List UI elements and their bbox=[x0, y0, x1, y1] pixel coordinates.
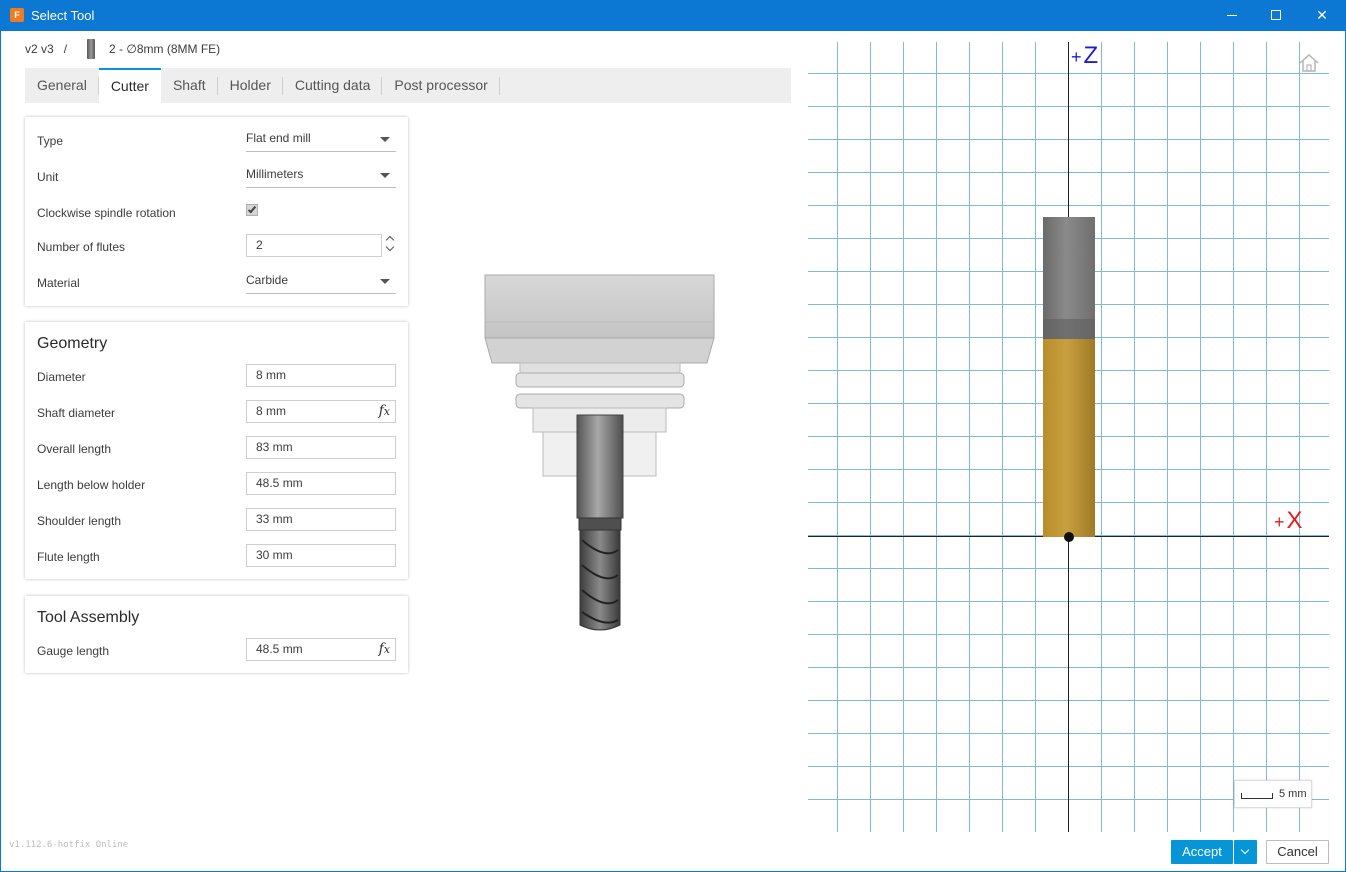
length-below-holder-label: Length below holder bbox=[37, 478, 146, 492]
tool-assembly-card: Tool Assembly Gauge length 48.5 mm fx bbox=[25, 596, 408, 673]
chevron-down-icon bbox=[380, 173, 390, 178]
tab-bar: General Cutter Shaft Holder Cutting data… bbox=[25, 68, 791, 103]
accept-button[interactable]: Accept bbox=[1171, 840, 1233, 864]
flute-length-input[interactable]: 30 mm bbox=[246, 544, 396, 567]
chevron-down-icon[interactable] bbox=[385, 242, 395, 252]
home-icon[interactable] bbox=[1298, 54, 1320, 72]
tab-post-processor[interactable]: Post processor bbox=[382, 68, 501, 103]
unit-label: Unit bbox=[37, 170, 59, 184]
type-label: Type bbox=[37, 134, 64, 148]
maximize-icon bbox=[1271, 10, 1281, 20]
type-dropdown[interactable]: Flat end mill bbox=[246, 128, 396, 152]
flutes-label: Number of flutes bbox=[37, 240, 126, 254]
breadcrumb-tool-name: 2 - ∅8mm (8MM FE) bbox=[109, 42, 221, 56]
close-button[interactable]: ✕ bbox=[1299, 0, 1345, 31]
shoulder-length-label: Shoulder length bbox=[37, 514, 122, 528]
app-icon: F bbox=[10, 8, 24, 22]
breadcrumb: v2 v3 / 2 - ∅8mm (8MM FE) bbox=[25, 39, 221, 59]
formula-icon[interactable]: fx bbox=[379, 639, 390, 660]
window-title: Select Tool bbox=[31, 8, 95, 23]
gauge-length-value: 48.5 mm bbox=[256, 642, 303, 656]
z-axis-plus: + bbox=[1071, 47, 1082, 67]
tool-assembly-heading: Tool Assembly bbox=[37, 609, 140, 626]
cancel-button[interactable]: Cancel bbox=[1266, 840, 1329, 864]
flutes-stepper[interactable] bbox=[385, 234, 395, 254]
holder-taper bbox=[484, 337, 715, 364]
holder-flange-bottom bbox=[515, 393, 685, 409]
minimize-icon bbox=[1227, 15, 1237, 16]
gauge-length-label: Gauge length bbox=[37, 644, 110, 658]
formula-icon[interactable]: fx bbox=[379, 401, 390, 422]
window-border-left bbox=[0, 31, 1, 872]
scale-label: 5 mm bbox=[1279, 788, 1307, 800]
tool-shank bbox=[576, 414, 624, 519]
check-icon bbox=[247, 204, 257, 214]
holder-neck bbox=[519, 362, 681, 374]
tool-thumbnail-icon bbox=[87, 39, 96, 59]
tab-shaft[interactable]: Shaft bbox=[161, 68, 218, 103]
breadcrumb-root[interactable]: v2 v3 bbox=[25, 42, 54, 56]
scale-ruler-icon bbox=[1241, 793, 1273, 799]
x-axis-plus: + bbox=[1274, 512, 1285, 532]
tool-3d-preview[interactable] bbox=[470, 260, 730, 640]
title-bar: F Select Tool ✕ bbox=[0, 0, 1346, 31]
version-text: v1.112.6-hotfix Online bbox=[9, 840, 129, 850]
tab-general[interactable]: General bbox=[25, 68, 99, 103]
flute-length-label: Flute length bbox=[37, 550, 100, 564]
geometry-heading: Geometry bbox=[37, 335, 108, 352]
tab-cutter[interactable]: Cutter bbox=[98, 68, 161, 103]
origin-point bbox=[1064, 532, 1074, 542]
holder-flange-top bbox=[515, 372, 685, 388]
material-label: Material bbox=[37, 276, 80, 290]
chevron-down-icon bbox=[1240, 845, 1250, 855]
formula-x: x bbox=[383, 405, 390, 418]
unit-dropdown[interactable]: Millimeters bbox=[246, 164, 396, 188]
minimize-button[interactable] bbox=[1209, 0, 1255, 31]
tool-neck bbox=[578, 517, 622, 531]
breadcrumb-separator: / bbox=[63, 42, 68, 56]
x-axis-letter: X bbox=[1286, 507, 1303, 534]
diameter-input[interactable]: 8 mm bbox=[246, 364, 396, 387]
formula-x: x bbox=[383, 643, 390, 656]
cutter-basic-card: Type Flat end mill Unit Millimeters Cloc… bbox=[25, 117, 408, 306]
scale-indicator: 5 mm bbox=[1234, 780, 1312, 808]
shaft-diameter-input[interactable]: 8 mm fx bbox=[246, 400, 396, 423]
shaft-diameter-label: Shaft diameter bbox=[37, 406, 116, 420]
z-axis-label: +Z bbox=[1071, 42, 1098, 70]
shoulder-length-input[interactable]: 33 mm bbox=[246, 508, 396, 531]
maximize-button[interactable] bbox=[1253, 0, 1299, 31]
type-value: Flat end mill bbox=[246, 131, 311, 145]
length-below-holder-input[interactable]: 48.5 mm bbox=[246, 472, 396, 495]
x-axis-label: +X bbox=[1274, 507, 1303, 535]
material-dropdown[interactable]: Carbide bbox=[246, 270, 396, 294]
tab-holder[interactable]: Holder bbox=[218, 68, 284, 103]
gauge-length-input[interactable]: 48.5 mm fx bbox=[246, 638, 396, 661]
shaft-diameter-value: 8 mm bbox=[256, 404, 286, 418]
tab-cutting-data[interactable]: Cutting data bbox=[283, 68, 383, 103]
overall-length-input[interactable]: 83 mm bbox=[246, 436, 396, 459]
tool-profile-viewport[interactable]: +Z +X 5 mm bbox=[808, 42, 1329, 832]
flutes-input[interactable]: 2 bbox=[246, 234, 382, 257]
diameter-label: Diameter bbox=[37, 370, 86, 384]
shaft-transition-profile bbox=[1043, 319, 1095, 339]
z-axis-letter: Z bbox=[1083, 42, 1099, 69]
geometry-card: Geometry Diameter 8 mm Shaft diameter 8 … bbox=[25, 322, 408, 579]
holder-body bbox=[484, 274, 715, 339]
chevron-down-icon bbox=[380, 137, 390, 142]
clockwise-checkbox[interactable] bbox=[246, 204, 258, 216]
overall-length-label: Overall length bbox=[37, 442, 112, 456]
accept-options-button[interactable] bbox=[1234, 840, 1257, 864]
chevron-down-icon bbox=[380, 279, 390, 284]
clockwise-label: Clockwise spindle rotation bbox=[37, 206, 176, 220]
cutter-profile bbox=[1043, 339, 1095, 537]
material-value: Carbide bbox=[246, 273, 289, 287]
unit-value: Millimeters bbox=[246, 167, 304, 181]
